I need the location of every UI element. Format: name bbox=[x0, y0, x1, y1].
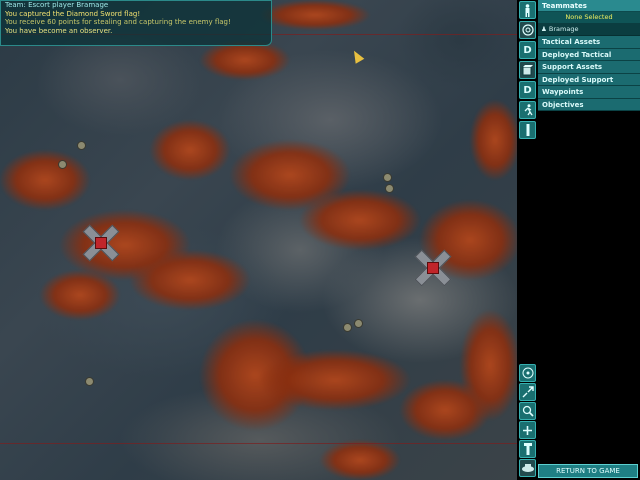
turret-icon[interactable] bbox=[343, 323, 352, 332]
plus-icon[interactable] bbox=[519, 421, 536, 439]
player-icon[interactable] bbox=[519, 1, 536, 19]
category-objectives[interactable]: Objectives bbox=[538, 98, 640, 111]
selection-status: None Selected bbox=[538, 12, 640, 23]
deployable-d-icon[interactable]: D bbox=[519, 41, 536, 59]
player-icon: ♟ bbox=[541, 25, 547, 33]
enemy-base-marker[interactable] bbox=[412, 247, 452, 287]
turret-icon[interactable] bbox=[77, 141, 86, 150]
turret-icon[interactable] bbox=[58, 160, 67, 169]
tower-icon[interactable] bbox=[519, 440, 536, 458]
command-toolbar: D D bbox=[517, 0, 538, 480]
running-man-icon[interactable] bbox=[519, 101, 536, 119]
vehicle-icon[interactable] bbox=[519, 459, 536, 477]
radar-icon[interactable] bbox=[519, 364, 536, 382]
teammate-name: Bramage bbox=[548, 25, 579, 33]
enemy-base-marker[interactable] bbox=[80, 222, 120, 262]
chat-line: You have become an observer. bbox=[5, 26, 113, 35]
return-to-game-button[interactable]: RETURN TO GAME bbox=[538, 464, 638, 478]
chat-line: Team: Escort player Bramage bbox=[5, 1, 109, 9]
category-tactical-assets[interactable]: Tactical Assets bbox=[538, 36, 640, 49]
base-core-icon bbox=[427, 262, 439, 274]
category-deployed-support[interactable]: Deployed Support bbox=[538, 73, 640, 86]
turret-icon[interactable] bbox=[85, 377, 94, 386]
beacon-icon[interactable] bbox=[519, 121, 536, 139]
turret-icon[interactable] bbox=[385, 184, 394, 193]
magnify-icon[interactable] bbox=[519, 402, 536, 420]
chat-line: You captured the Diamond Sword flag! bbox=[5, 9, 141, 18]
teammate-item[interactable]: ♟ Bramage bbox=[538, 23, 640, 36]
command-side-panel: Teammates None Selected ♟ Bramage Tactic… bbox=[538, 0, 640, 480]
category-deployed-tactical[interactable]: Deployed Tactical bbox=[538, 48, 640, 61]
category-support-assets[interactable]: Support Assets bbox=[538, 61, 640, 74]
base-core-icon bbox=[95, 237, 107, 249]
chat-hud: Team: Escort player Bramage You captured… bbox=[0, 0, 272, 46]
mouse-cursor-icon bbox=[349, 48, 365, 64]
target-icon[interactable] bbox=[519, 21, 536, 39]
cube-icon[interactable] bbox=[519, 61, 536, 79]
teammates-header[interactable]: Teammates bbox=[538, 0, 640, 12]
turret-icon[interactable] bbox=[354, 319, 363, 328]
chat-line: You receive 60 points for stealing and c… bbox=[5, 18, 231, 26]
zoom-in-icon[interactable] bbox=[519, 383, 536, 401]
turret-icon[interactable] bbox=[383, 173, 392, 182]
command-map[interactable] bbox=[0, 0, 517, 480]
category-waypoints[interactable]: Waypoints bbox=[538, 86, 640, 99]
deployable-d-icon[interactable]: D bbox=[519, 81, 536, 99]
